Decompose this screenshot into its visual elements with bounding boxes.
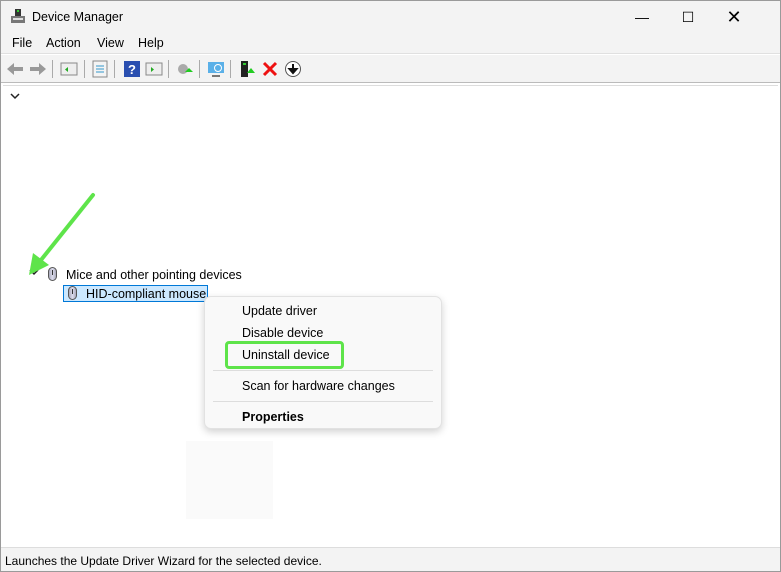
console-tree-icon[interactable] [60,60,78,78]
menu-file[interactable]: File [12,36,32,50]
device-manager-icon [11,9,25,23]
back-icon[interactable] [6,60,24,78]
annotation-arrow [29,193,95,275]
menu-action[interactable]: Action [46,36,81,50]
forward-icon[interactable] [29,60,47,78]
status-text: Launches the Update Driver Wizard for th… [5,554,322,568]
action-pane-icon[interactable] [145,60,163,78]
menu-update-driver[interactable]: Update driver [242,304,317,318]
menu-bar: File Action View Help [1,33,780,54]
uninstall-highlight [225,341,344,369]
svg-text:?: ? [128,62,136,77]
mouse-device-icon [68,286,77,300]
uninstall-device-icon[interactable] [261,60,279,78]
minimize-button[interactable]: — [619,1,665,33]
properties-icon[interactable] [91,60,109,78]
menu-view[interactable]: View [97,36,124,50]
toolbar: ? [1,55,780,83]
context-menu: Update driver Disable device Uninstall d… [204,296,442,429]
tree-item-hid-mouse[interactable]: HID-compliant mouse [63,285,208,302]
scan-hardware-icon[interactable] [207,60,225,78]
maximize-button[interactable]: ☐ [665,1,711,33]
status-bar: Launches the Update Driver Wizard for th… [1,547,780,571]
title-bar: Device Manager — ☐ ✕ [1,1,780,33]
close-button[interactable]: ✕ [711,1,757,33]
disable-device-icon[interactable] [284,60,302,78]
enable-device-icon[interactable] [238,60,256,78]
menu-disable-device[interactable]: Disable device [242,326,323,340]
menu-scan-hardware[interactable]: Scan for hardware changes [242,379,395,393]
device-label: HID-compliant mouse [86,287,207,301]
chevron-down-icon[interactable] [10,92,20,100]
window-title: Device Manager [32,10,124,24]
menu-properties[interactable]: Properties [242,410,304,424]
device-manager-window: Device Manager — ☐ ✕ File Action View He… [0,0,781,572]
menu-help[interactable]: Help [138,36,164,50]
update-driver-icon[interactable] [176,60,194,78]
help-icon[interactable]: ? [123,60,141,78]
